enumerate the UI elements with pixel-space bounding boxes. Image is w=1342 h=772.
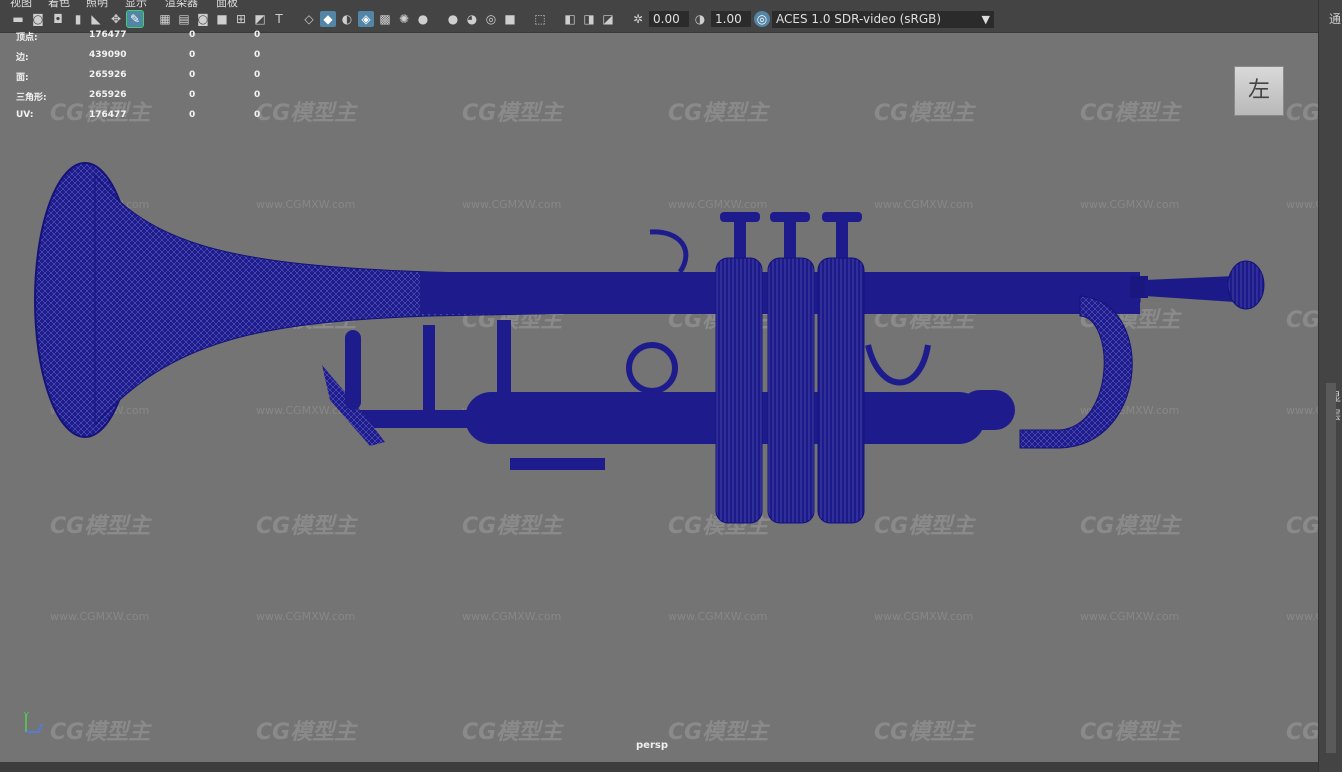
stat-row-triangles: 三角形: 265926 0 0 [16, 90, 261, 103]
stat-row-edges: 边: 439090 0 0 [16, 50, 261, 63]
stat-row-faces: 面: 265926 0 0 [16, 70, 261, 83]
axis-z-label: Z [38, 723, 44, 732]
trumpet-body [34, 162, 1265, 524]
view-cube[interactable]: 左 [1234, 66, 1284, 116]
bottom-border [0, 762, 1318, 772]
side-tab-char-1[interactable]: 通 [1329, 10, 1341, 27]
side-scrollbar[interactable] [1326, 383, 1336, 753]
viewport-panel[interactable]: 视图 着色 照明 显示 渲染器 面板 ▬ ◙ ◘ ▮ ◣ ✥ ✎ ▦ ▤ ◙ ■… [0, 0, 1342, 772]
axis-y-label: Y [23, 711, 29, 720]
stat-row-uvs: UV: 176477 0 0 [16, 110, 261, 120]
axis-gizmo: Y Z [23, 711, 44, 733]
stat-row-vertices: 顶点: 176477 0 0 [16, 30, 261, 43]
camera-name-label: persp [636, 740, 668, 751]
